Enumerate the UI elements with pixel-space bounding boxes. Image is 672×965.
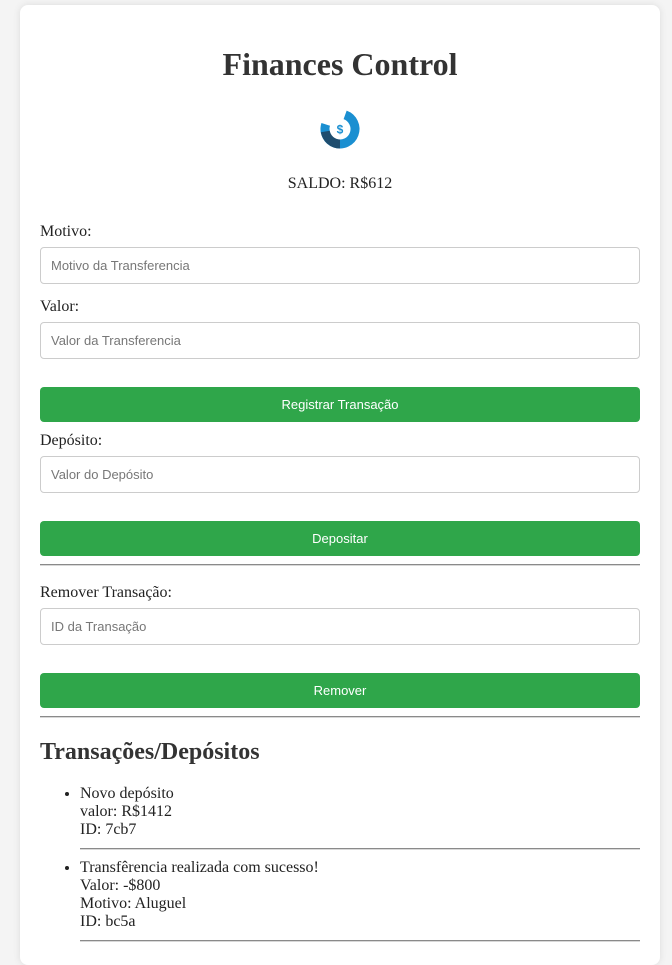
list-item: Transfêrencia realizada com sucesso! Val… — [80, 859, 640, 942]
item-line: Valor: -$800 — [80, 877, 161, 894]
item-line: ID: 7cb7 — [80, 821, 137, 838]
transaction-list: Novo depósito valor: R$1412 ID: 7cb7 Tra… — [40, 785, 640, 942]
history-title: Transações/Depósitos — [40, 739, 260, 765]
divider — [40, 564, 640, 566]
logo-container: $ — [40, 109, 640, 149]
deposit-input[interactable] — [40, 456, 640, 493]
item-line: Novo depósito — [80, 785, 174, 802]
item-line: valor: R$1412 — [80, 803, 172, 820]
register-transaction-button[interactable]: Registrar Transação — [40, 387, 640, 422]
item-line: Motivo: Aluguel — [80, 895, 187, 912]
item-line: ID: bc5a — [80, 913, 136, 930]
deposit-button[interactable]: Depositar — [40, 521, 640, 556]
finance-card: Finances Control $ SALDO:R$612 Motivo: V… — [20, 5, 660, 965]
dollar-refresh-icon: $ — [320, 109, 360, 149]
reason-label: Motivo: — [40, 223, 92, 240]
list-item: Novo depósito valor: R$1412 ID: 7cb7 — [80, 785, 640, 850]
value-input[interactable] — [40, 322, 640, 359]
transaction-id-input[interactable] — [40, 608, 640, 645]
value-label: Valor: — [40, 298, 80, 315]
balance-label: SALDO: — [287, 175, 346, 192]
svg-text:$: $ — [337, 123, 344, 137]
remove-label: Remover Transação: — [40, 584, 172, 601]
balance-value: R$612 — [349, 175, 393, 192]
item-divider — [80, 940, 640, 942]
reason-input[interactable] — [40, 247, 640, 284]
balance-display: SALDO: R$612 — [40, 174, 640, 194]
page-title: Finances Control — [222, 46, 458, 82]
item-line: Transfêrencia realizada com sucesso! — [80, 859, 319, 876]
remove-button[interactable]: Remover — [40, 673, 640, 708]
divider — [40, 716, 640, 718]
deposit-label: Depósito: — [40, 432, 103, 449]
item-divider — [80, 848, 640, 850]
